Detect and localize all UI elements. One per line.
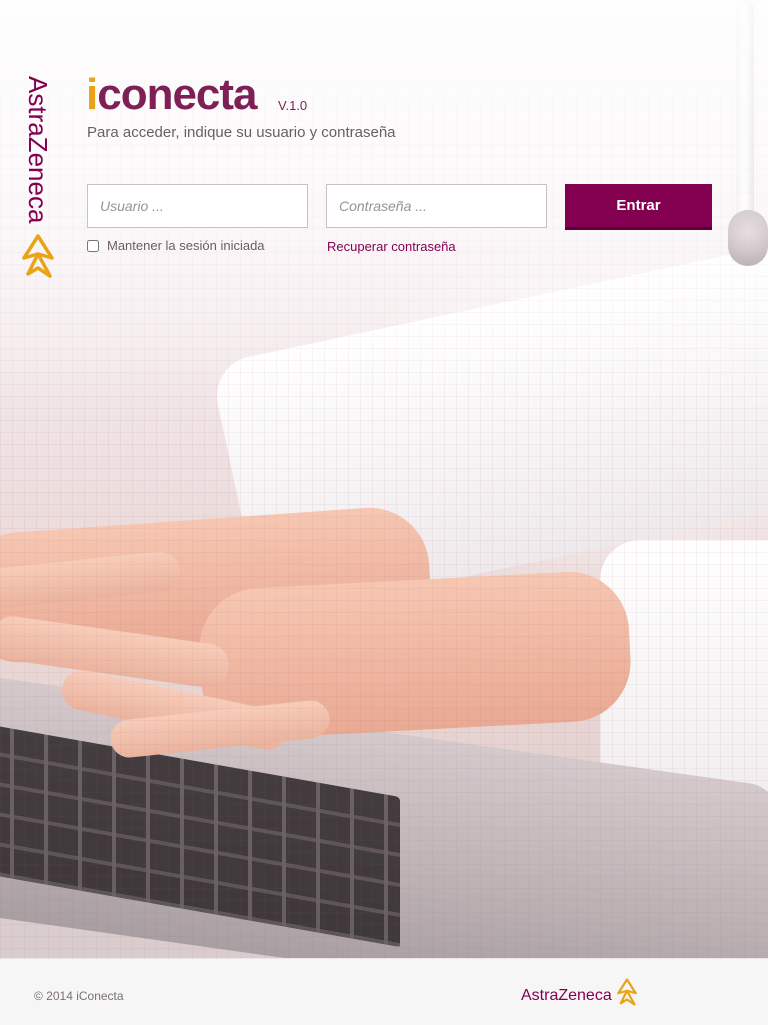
vertical-brand: AstraZeneca [22,76,62,226]
footer-brand: AstraZeneca [521,978,640,1007]
app-title-initial: i [86,70,98,119]
background-photo [0,0,768,958]
remember-session-checkbox[interactable] [87,239,99,252]
login-button[interactable]: Entrar [565,184,712,230]
astrazeneca-logo-icon [616,978,637,1006]
password-input[interactable] [326,184,547,228]
login-instructions: Para acceder, indique su usuario y contr… [87,124,396,141]
copyright: © 2014 iConecta [34,989,124,1003]
remember-session[interactable]: Mantener la sesión iniciada [87,238,265,253]
astrazeneca-logo-icon [22,234,54,278]
vertical-brand-name: AstraZeneca [23,76,53,224]
footer: © 2014 iConecta AstraZeneca [0,958,768,1025]
app-title: iconecta [86,70,258,120]
recover-password-link[interactable]: Recuperar contraseña [327,239,456,254]
version-label: V.1.0 [278,98,308,113]
app-title-rest: conecta [97,70,257,119]
remember-session-label: Mantener la sesión iniciada [107,238,265,253]
username-input[interactable] [87,184,308,228]
footer-brand-name: AstraZeneca [521,987,612,1004]
